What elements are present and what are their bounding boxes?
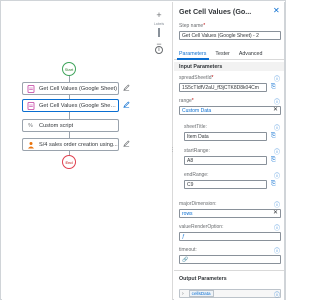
info-icon[interactable]: ⓘ	[274, 147, 280, 156]
panel-tabs: Parameters Tester Advanced	[174, 48, 285, 60]
end-node[interactable]: End	[62, 155, 76, 169]
tab-tester[interactable]: Tester	[210, 48, 233, 59]
sheet-title-label: sheetTitle:	[184, 124, 207, 130]
start-label: Start	[64, 66, 74, 72]
range-select[interactable]: Custom Data	[179, 106, 281, 115]
timeout-label: timeout:	[179, 247, 197, 253]
start-range-input[interactable]: A8	[184, 156, 267, 165]
start-range-label: startRange:	[184, 148, 210, 154]
output-token: cellsData	[188, 290, 214, 297]
end-label: End	[65, 159, 73, 165]
input-parameters-header: Input Parameters	[174, 62, 285, 71]
properties-panel: Get Cell Values (Go... ✕ Step name* Get …	[174, 2, 285, 300]
step-settings-icon[interactable]	[123, 140, 130, 149]
zoom-in-button[interactable]: +	[153, 9, 165, 21]
step-get-cell-values-2[interactable]: Get Cell Values (Google Shee...	[22, 99, 119, 112]
range-label: range*	[179, 98, 194, 104]
step-sales-order-creation[interactable]: S/4 sales order creation using...	[22, 138, 119, 151]
info-icon[interactable]: ⓘ	[274, 223, 280, 232]
output-parameter-row[interactable]: › cellsData	[179, 289, 281, 298]
info-icon[interactable]: ⓘ	[274, 290, 280, 299]
google-sheet-icon	[26, 101, 35, 110]
step-label: Get Cell Values (Google Shee...	[39, 102, 118, 109]
sheet-title-input[interactable]: Item Data	[184, 132, 267, 141]
automation-icon	[26, 140, 35, 149]
section-divider	[174, 270, 285, 271]
end-range-input[interactable]: C9	[184, 180, 267, 189]
tab-advanced[interactable]: Advanced	[234, 48, 267, 59]
start-node[interactable]: Start	[62, 62, 76, 76]
value-render-option-select[interactable]: ƒ	[179, 232, 281, 241]
step-label: Get Cell Values (Google Sheet)	[39, 85, 117, 92]
info-icon[interactable]: ⓘ	[274, 171, 280, 180]
step-label: S/4 sales order creation using...	[39, 141, 118, 148]
link-icon: 🔗	[182, 256, 189, 263]
tab-parameters[interactable]: Parameters	[174, 48, 210, 60]
spreadsheet-id-input[interactable]: 1S5cTIdfV2aU_ff3jCTK8D8k04Cm	[179, 83, 267, 92]
clear-major-dimension-icon[interactable]: ✕	[273, 209, 278, 216]
step-name-label: Step name*	[179, 23, 206, 29]
info-icon[interactable]: ⓘ	[274, 246, 280, 255]
major-dimension-label: majorDimension:	[179, 201, 217, 207]
clear-range-icon[interactable]: ✕	[273, 106, 278, 113]
panel-border	[284, 2, 285, 300]
value-help-icon[interactable]: ⎘	[271, 181, 276, 188]
step-name-input[interactable]: Get Cell Values (Google Sheet) - 2	[179, 31, 281, 40]
app-frame: + Labels − i Start Get Cell Values (Goog…	[0, 0, 286, 300]
info-icon[interactable]: ⓘ	[274, 97, 280, 106]
flow-canvas[interactable]: + Labels − i Start Get Cell Values (Goog…	[2, 2, 172, 300]
end-range-label: endRange:	[184, 172, 209, 178]
step-get-cell-values-1[interactable]: Get Cell Values (Google Sheet)	[22, 82, 119, 95]
spreadsheet-id-label: spreadSheetId*	[179, 75, 214, 81]
major-dimension-value: rows	[182, 210, 193, 217]
google-sheet-icon	[26, 84, 35, 93]
step-label: Custom script	[39, 122, 74, 129]
value-help-icon[interactable]: ⎘	[271, 157, 276, 164]
value-help-icon[interactable]: ⎘	[271, 84, 276, 91]
close-icon[interactable]: ✕	[273, 6, 280, 15]
info-icon[interactable]: ⓘ	[274, 200, 280, 209]
value-render-option-label: valueRenderOption:	[179, 224, 224, 230]
canvas-info-icon[interactable]: i	[155, 46, 163, 54]
zoom-control: + Labels −	[152, 9, 166, 50]
range-value: Custom Data	[182, 107, 212, 114]
output-parameters-header: Output Parameters	[179, 276, 227, 282]
expression-icon: ƒ	[182, 233, 185, 240]
timeout-input[interactable]: 🔗	[179, 255, 281, 264]
zoom-slider[interactable]	[158, 28, 160, 37]
step-custom-script[interactable]: % Custom script	[22, 119, 119, 132]
script-icon: %	[28, 122, 33, 129]
step-settings-icon[interactable]	[123, 101, 130, 110]
value-help-icon[interactable]: ⎘	[271, 133, 276, 140]
info-icon[interactable]: ⓘ	[274, 123, 280, 132]
step-settings-icon[interactable]	[123, 84, 130, 93]
panel-title: Get Cell Values (Go...	[179, 7, 252, 16]
zoom-label: Labels	[153, 22, 165, 26]
major-dimension-select[interactable]: rows	[179, 209, 281, 218]
info-icon[interactable]: ⓘ	[274, 74, 280, 83]
expand-icon[interactable]: ›	[182, 291, 184, 297]
